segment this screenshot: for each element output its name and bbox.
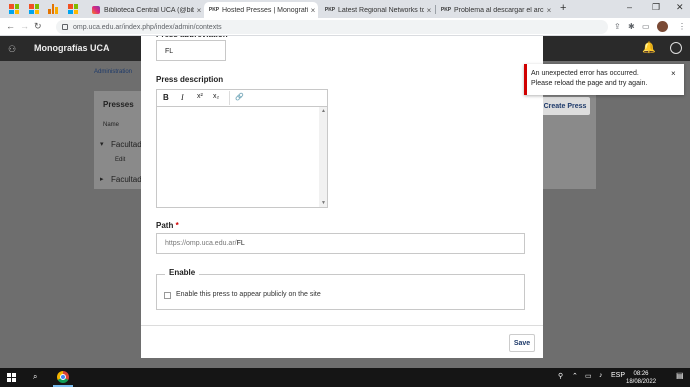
superscript-button[interactable]: x²	[197, 93, 203, 100]
back-icon[interactable]: ←	[6, 21, 15, 31]
breadcrumb[interactable]: Administration	[94, 69, 132, 75]
minimize-window-button[interactable]: –	[627, 2, 632, 12]
show-hidden-icons-icon[interactable]: ⌃	[572, 372, 578, 380]
scroll-up-icon[interactable]: ▲	[321, 108, 326, 114]
microsoft-apps-icon[interactable]	[68, 4, 78, 14]
volume-icon[interactable]: ♪	[599, 372, 603, 379]
language-indicator[interactable]: ESP	[611, 372, 625, 379]
modal-footer-divider	[141, 325, 543, 326]
abbreviation-input[interactable]: FL	[156, 40, 226, 61]
chrome-icon-center	[60, 374, 66, 380]
path-label: Path *	[156, 221, 179, 230]
clock[interactable]: 08:26 18/08/2022	[626, 370, 656, 386]
close-tab-icon[interactable]: ×	[544, 6, 554, 15]
restore-window-button[interactable]: ❐	[652, 2, 660, 13]
site-title[interactable]: Monografías UCA	[34, 43, 110, 53]
enable-legend: Enable	[165, 268, 200, 277]
search-icon[interactable]: ⌕	[33, 372, 37, 382]
italic-button[interactable]: I	[181, 93, 184, 102]
tab-label: Biblioteca Central UCA (@bibliot	[104, 6, 194, 14]
bar-chart-app-icon[interactable]	[48, 4, 58, 14]
sidebar-icon[interactable]: ▭	[642, 22, 650, 31]
column-header-name: Name	[103, 122, 120, 128]
description-editor[interactable]	[156, 106, 328, 208]
pkp-icon: PKP	[440, 7, 452, 13]
browser-tab-problema[interactable]: PKP Problema al descargar el archivo ×	[436, 2, 554, 18]
clock-time: 08:26	[633, 371, 649, 377]
share-icon[interactable]: ⇪	[614, 22, 621, 31]
browser-tab-instagram[interactable]: Biblioteca Central UCA (@bibliot ×	[86, 2, 204, 18]
clock-date: 18/08/2022	[626, 379, 657, 385]
url-bar[interactable]: omp.uca.edu.ar/index.php/index/admin/con…	[56, 20, 608, 34]
forward-icon[interactable]: →	[20, 21, 29, 31]
sitemap-icon[interactable]: ⚇	[8, 44, 16, 55]
create-press-button[interactable]: Create Press	[540, 97, 590, 115]
expand-row-icon[interactable]: ▸	[100, 175, 104, 183]
press-row-label: Facultad	[111, 140, 142, 149]
url-text: omp.uca.edu.ar/index.php/index/admin/con…	[73, 23, 222, 31]
tab-label: Hosted Presses | Monografías U	[222, 6, 308, 14]
lock-icon	[62, 24, 68, 30]
close-notification-icon[interactable]: ×	[671, 69, 676, 78]
subscript-button[interactable]: x₂	[213, 93, 219, 100]
required-marker: *	[175, 221, 179, 230]
pkp-icon: PKP	[324, 7, 336, 13]
expand-row-icon[interactable]: ▾	[100, 140, 104, 148]
microsoft-apps-icon[interactable]	[29, 4, 39, 14]
notifications-icon[interactable]: ▤	[676, 371, 684, 380]
windows-start-icon[interactable]	[7, 373, 16, 382]
close-window-button[interactable]: ✕	[676, 2, 684, 13]
close-tab-icon[interactable]: ×	[308, 6, 318, 15]
edit-link[interactable]: Edit	[115, 157, 125, 163]
press-row-label: Facultad	[111, 175, 142, 184]
close-tab-icon[interactable]: ×	[194, 6, 204, 15]
path-input[interactable]: https://omp.uca.edu.ar/FL	[156, 233, 525, 254]
profile-avatar[interactable]	[657, 21, 668, 32]
bold-button[interactable]: B	[163, 93, 169, 102]
browser-tab-regional-networks[interactable]: PKP Latest Regional Networks topic ×	[320, 2, 434, 18]
microsoft-apps-icon[interactable]	[9, 4, 19, 14]
panel-title: Presses	[103, 100, 134, 109]
people-icon[interactable]: ⚲	[558, 372, 563, 380]
network-icon[interactable]: ▭	[585, 372, 592, 380]
new-tab-button[interactable]: +	[560, 2, 566, 14]
enable-checkbox[interactable]	[164, 292, 171, 299]
extensions-icon[interactable]: ✱	[628, 22, 635, 31]
toolbar-separator	[229, 91, 230, 105]
reload-icon[interactable]: ↻	[34, 21, 42, 32]
pkp-icon: PKP	[208, 7, 220, 13]
path-prefix: https://omp.uca.edu.ar/	[165, 240, 237, 247]
tab-label: Problema al descargar el archivo	[454, 6, 544, 14]
link-button[interactable]: 🔗	[235, 93, 244, 101]
error-message: An unexpected error has occurred. Please…	[531, 70, 648, 87]
description-label: Press description	[156, 75, 224, 84]
scroll-down-icon[interactable]: ▼	[321, 200, 326, 206]
browser-tab-hosted-presses[interactable]: PKP Hosted Presses | Monografías U ×	[204, 2, 318, 18]
save-button[interactable]: Save	[509, 334, 535, 352]
user-icon[interactable]	[670, 42, 682, 54]
bell-icon[interactable]: 🔔	[642, 41, 656, 54]
tab-label: Latest Regional Networks topic	[338, 6, 424, 14]
instagram-icon	[92, 6, 100, 14]
enable-checkbox-label[interactable]: Enable this press to appear publicly on …	[176, 291, 321, 298]
editor-scrollbar[interactable]	[319, 107, 327, 207]
close-tab-icon[interactable]: ×	[424, 6, 434, 15]
path-value: FL	[236, 240, 245, 247]
menu-icon[interactable]: ⋮	[678, 22, 686, 31]
